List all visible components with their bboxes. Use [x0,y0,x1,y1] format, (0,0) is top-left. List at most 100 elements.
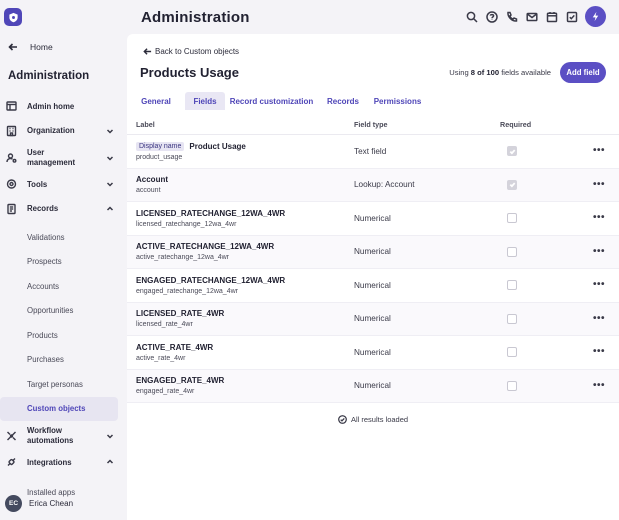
check-icon [509,149,515,155]
sidebar-subitem-validations[interactable]: Validations [0,225,118,250]
required-checkbox[interactable] [507,213,517,224]
mail-icon[interactable] [522,8,542,26]
field-label-cell: Display name Product Usage product_usage [136,141,246,161]
tab-bar: General Fields Record customization Reco… [127,92,427,110]
field-api-name: active_rate_4wr [136,354,186,362]
sidebar-item-label: Workflow automations [27,425,74,445]
table-row[interactable]: LICENSED_RATE_4WR licensed_rate_4wr Nume… [127,302,619,336]
tab-fields[interactable]: Fields [185,92,225,110]
usage-count: 8 of 100 [470,68,500,77]
sidebar-subitem-opportunities[interactable]: Opportunities [0,299,118,324]
integrations-icon [6,457,17,468]
field-type: Numerical [354,347,391,357]
field-type: Lookup: Account [354,180,415,190]
more-options-icon[interactable]: ••• [593,146,605,156]
field-name: LICENSED_RATECHANGE_12WA_4WR [136,208,286,218]
sidebar-item-admin-home[interactable]: Admin home [0,94,126,119]
required-checkbox[interactable] [507,246,517,257]
required-checkbox[interactable] [507,347,517,358]
usage-suffix: fields available [499,68,551,77]
fields-table: Label Field type Required Display name Pr… [127,115,619,403]
search-icon[interactable] [462,8,482,26]
table-header: Label Field type Required [127,115,619,135]
sidebar-item-integrations[interactable]: Integrations [0,450,126,475]
app-logo[interactable] [4,8,22,26]
more-options-icon[interactable]: ••• [593,313,605,323]
sidebar-subitem-prospects[interactable]: Prospects [0,250,118,275]
main-panel: Back to Custom objects Products Usage Us… [127,34,619,520]
chevron-up-icon[interactable] [106,458,114,466]
more-options-icon[interactable]: ••• [593,246,605,256]
field-type: Numerical [354,314,391,324]
required-checkbox[interactable] [507,380,517,391]
required-cell [507,280,517,291]
sidebar-subitem-target-personas[interactable]: Target personas [0,372,118,397]
table-row[interactable]: ACTIVE_RATE_4WR active_rate_4wr Numerica… [127,336,619,370]
table-row[interactable]: ENGAGED_RATECHANGE_12WA_4WR engaged_rate… [127,269,619,303]
field-name: LICENSED_RATE_4WR [136,309,225,319]
tab-record-customization[interactable]: Record customization [225,92,318,110]
sidebar-item-organization[interactable]: Organization [0,119,126,144]
more-options-icon[interactable]: ••• [593,380,605,390]
sidebar-title: Administration [8,70,90,82]
sidebar-nav: Admin home Organization User management … [0,94,126,505]
more-options-icon[interactable]: ••• [593,280,605,290]
required-checkbox[interactable] [507,146,517,157]
add-field-button[interactable]: Add field [560,62,606,83]
sidebar-item-user-management[interactable]: User management [0,143,126,172]
required-cell [507,146,517,157]
avatar: EC [5,495,22,512]
phone-icon[interactable] [502,8,522,26]
chevron-down-icon[interactable] [106,154,114,162]
back-label: Back to Custom objects [155,47,240,56]
chevron-down-icon[interactable] [106,432,114,440]
chevron-down-icon[interactable] [106,127,114,135]
tasks-icon[interactable] [562,8,582,26]
bolt-icon[interactable] [585,6,606,27]
back-link[interactable]: Back to Custom objects [143,47,239,56]
required-checkbox[interactable] [507,179,517,190]
sidebar-subitem-products[interactable]: Products [0,323,118,348]
chevron-up-icon[interactable] [106,205,114,213]
tab-general[interactable]: General [127,92,185,110]
more-options-icon[interactable]: ••• [593,213,605,223]
table-row[interactable]: ACTIVE_RATECHANGE_12WA_4WR active_ratech… [127,235,619,269]
table-row[interactable]: Display name Product Usage product_usage … [127,135,619,169]
column-header-type[interactable]: Field type [354,120,388,129]
field-type: Numerical [354,247,391,257]
shield-logo-icon [8,12,18,22]
results-status: All results loaded [127,415,619,424]
display-name-badge: Display name [136,141,185,151]
required-checkbox[interactable] [507,313,517,324]
header-toolbar [462,8,582,26]
field-api-name: engaged_ratechange_12wa_4wr [136,287,238,295]
required-checkbox[interactable] [507,280,517,291]
table-row[interactable]: ENGAGED_RATE_4WR engaged_rate_4wr Numeri… [127,369,619,403]
sidebar-subitem-custom-objects[interactable]: Custom objects [0,396,118,421]
calendar-icon[interactable] [542,8,562,26]
required-cell [507,179,517,190]
home-link[interactable]: Home [8,42,53,52]
tab-permissions[interactable]: Permissions [368,92,427,110]
field-label-cell: ENGAGED_RATE_4WR engaged_rate_4wr [136,376,224,395]
table-row[interactable]: LICENSED_RATECHANGE_12WA_4WR licensed_ra… [127,202,619,236]
user-profile[interactable]: EC Erica Chean [5,495,73,512]
sidebar-subitem-purchases[interactable]: Purchases [0,348,118,373]
required-cell [507,213,517,224]
user-gear-icon [6,152,17,163]
column-header-required[interactable]: Required [500,120,531,129]
field-api-name: account [136,187,161,195]
more-options-icon[interactable]: ••• [593,179,605,189]
sidebar-item-records[interactable]: Records [0,197,126,222]
chevron-down-icon[interactable] [106,180,114,188]
sidebar-item-tools[interactable]: Tools [0,172,126,197]
layout-icon [6,101,17,112]
more-options-icon[interactable]: ••• [593,347,605,357]
help-icon[interactable] [482,8,502,26]
sidebar-item-workflow-automations[interactable]: Workflow automations [0,421,126,450]
column-header-label[interactable]: Label [136,120,155,129]
sidebar-subitem-accounts[interactable]: Accounts [0,274,118,299]
tab-records[interactable]: Records [318,92,368,110]
table-row[interactable]: Account account Lookup: Account ••• [127,168,619,202]
tools-icon [6,179,17,190]
